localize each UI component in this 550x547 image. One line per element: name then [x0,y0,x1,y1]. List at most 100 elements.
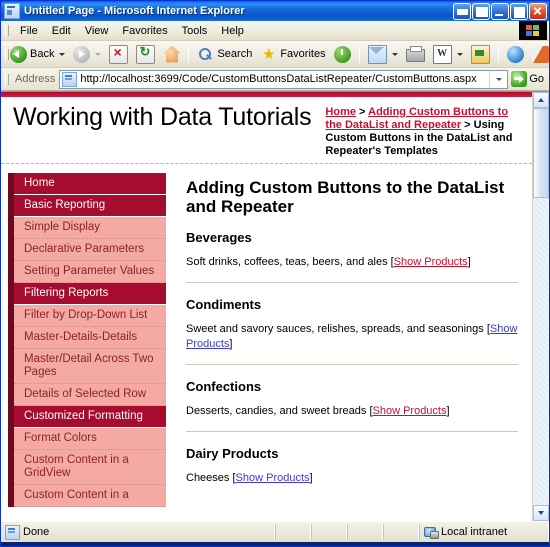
site-header: Working with Data Tutorials Home > Addin… [1,97,532,162]
sidebar-item-setting-parameter-values[interactable]: Setting Parameter Values [14,261,166,283]
mail-icon [367,44,387,64]
sidebar-item-declarative-parameters[interactable]: Declarative Parameters [14,239,166,261]
sidebar-item-format-colors[interactable]: Format Colors [14,428,166,450]
bracket-close-1: ] [229,338,233,350]
history-button[interactable] [330,42,355,66]
show-products-link-beverages[interactable]: Show Products [394,256,468,268]
status-page-icon [5,524,20,540]
maximize-button[interactable] [510,2,528,20]
address-grip[interactable] [3,73,10,86]
favorites-button[interactable]: ★ Favorites [256,42,329,66]
local-intranet-icon [424,526,439,539]
scroll-thumb[interactable] [533,108,549,198]
search-button[interactable]: Search [193,42,256,66]
discuss-icon [470,44,490,64]
history-icon [333,45,351,63]
back-button[interactable]: Back [6,42,69,66]
bracket-close-2: ] [446,405,450,417]
print-button[interactable] [402,42,429,66]
status-blank-3 [347,524,383,540]
menu-file[interactable]: File [13,23,45,39]
vertical-scrollbar[interactable] [532,92,549,521]
address-input[interactable]: http://localhost:3699/Code/CustomButtons… [59,69,509,89]
address-dropdown-button[interactable] [489,70,505,88]
status-blank-4 [383,524,419,540]
edit-button[interactable]: W [429,42,467,66]
web-page: Working with Data Tutorials Home > Addin… [1,92,532,521]
msn-button[interactable] [503,42,528,66]
scroll-track[interactable] [533,198,549,505]
forward-button[interactable] [69,42,105,66]
home-button[interactable] [159,42,184,66]
bracket-close-3: ] [309,472,313,484]
sidebar-item-filtering-reports[interactable]: Filtering Reports [8,283,166,304]
main-toolbar: Back Search ★ Favorites [1,41,549,68]
close-button[interactable] [529,2,547,20]
sidebar-item-details-of-selected-row[interactable]: Details of Selected Row [14,384,166,406]
go-button[interactable]: Go [508,71,547,87]
back-dropdown-icon[interactable] [59,52,66,56]
breadcrumb-sep-1: > [355,106,369,118]
scroll-down-button[interactable] [533,505,549,521]
home-icon [163,45,181,63]
show-products-link-dairy[interactable]: Show Products [236,472,310,484]
menu-view[interactable]: View [78,23,116,39]
edit-dropdown-icon[interactable] [456,52,463,56]
messenger-button[interactable] [528,42,550,66]
stop-button[interactable] [105,42,132,66]
scroll-up-button[interactable] [533,92,549,108]
category-heading-confections: Confections [186,379,262,394]
mail-button[interactable] [364,42,402,66]
address-label: Address [15,73,56,85]
search-icon [197,46,214,63]
sidebar-item-simple-display[interactable]: Simple Display [14,217,166,239]
back-label: Back [30,48,55,60]
search-label: Search [217,48,253,60]
stop-icon [109,44,129,64]
sidebar-item-basic-reporting[interactable]: Basic Reporting [8,195,166,216]
menu-help[interactable]: Help [214,23,251,39]
mail-dropdown-icon[interactable] [391,52,398,56]
sidebar-item-master-details-details[interactable]: Master-Details-Details [14,327,166,349]
status-message-cell: Done [1,524,275,540]
sidebar-nav: Home Basic Reporting Simple Display Decl… [8,173,166,507]
bracket-close-0: ] [467,256,471,268]
sidebar-item-master-detail-across-two-pages[interactable]: Master/Detail Across Two Pages [14,349,166,384]
menu-tools[interactable]: Tools [175,23,215,39]
breadcrumb-home-link[interactable]: Home [325,106,356,118]
sidebar-item-customized-formatting[interactable]: Customized Formatting [8,406,166,427]
menu-favorites[interactable]: Favorites [115,23,174,39]
sidebar-item-custom-content-in-a[interactable]: Custom Content in a [14,485,166,507]
toolbar-separator [188,45,190,63]
sidebar-item-filter-by-dropdown-list[interactable]: Filter by Drop-Down List [14,305,166,327]
category-separator-1 [186,282,518,283]
window-buttons [453,2,547,20]
breadcrumb: Home > Adding Custom Buttons to the Data… [325,106,522,158]
category-separator-2 [186,364,518,365]
discuss-button[interactable] [467,42,494,66]
category-description-dairy-products: Cheeses [Show Products] [186,471,518,486]
forward-dropdown-icon[interactable] [95,52,102,56]
dock-button[interactable] [472,2,490,20]
sidebar-item-custom-content-gridview[interactable]: Custom Content in a GridView [14,450,166,485]
msn-icon [506,45,524,63]
security-zone-cell[interactable]: Local intranet [419,524,549,540]
toolbar-separator-3 [497,45,499,63]
go-arrow-icon [511,71,528,87]
refresh-button[interactable] [132,42,159,66]
desktop-edge [1,542,549,546]
minimize-button[interactable] [491,2,509,20]
category-heading-beverages: Beverages [186,230,252,245]
address-bar: Address http://localhost:3699/Code/Custo… [1,68,549,91]
sidebar-item-home[interactable]: Home [8,173,166,194]
breadcrumb-sep-2: > [461,119,474,131]
menu-edit[interactable]: Edit [45,23,78,39]
category-description-beverages: Soft drinks, coffees, teas, beers, and a… [186,255,518,270]
show-products-link-confections[interactable]: Show Products [373,405,447,417]
restore-group-button[interactable] [453,2,471,20]
menu-grip[interactable] [3,24,10,37]
main-content: Adding Custom Buttons to the DataList an… [172,164,532,498]
category-heading-dairy-products: Dairy Products [186,446,279,461]
site-title: Working with Data Tutorials [13,103,312,131]
page-body: Home Basic Reporting Simple Display Decl… [1,164,532,507]
